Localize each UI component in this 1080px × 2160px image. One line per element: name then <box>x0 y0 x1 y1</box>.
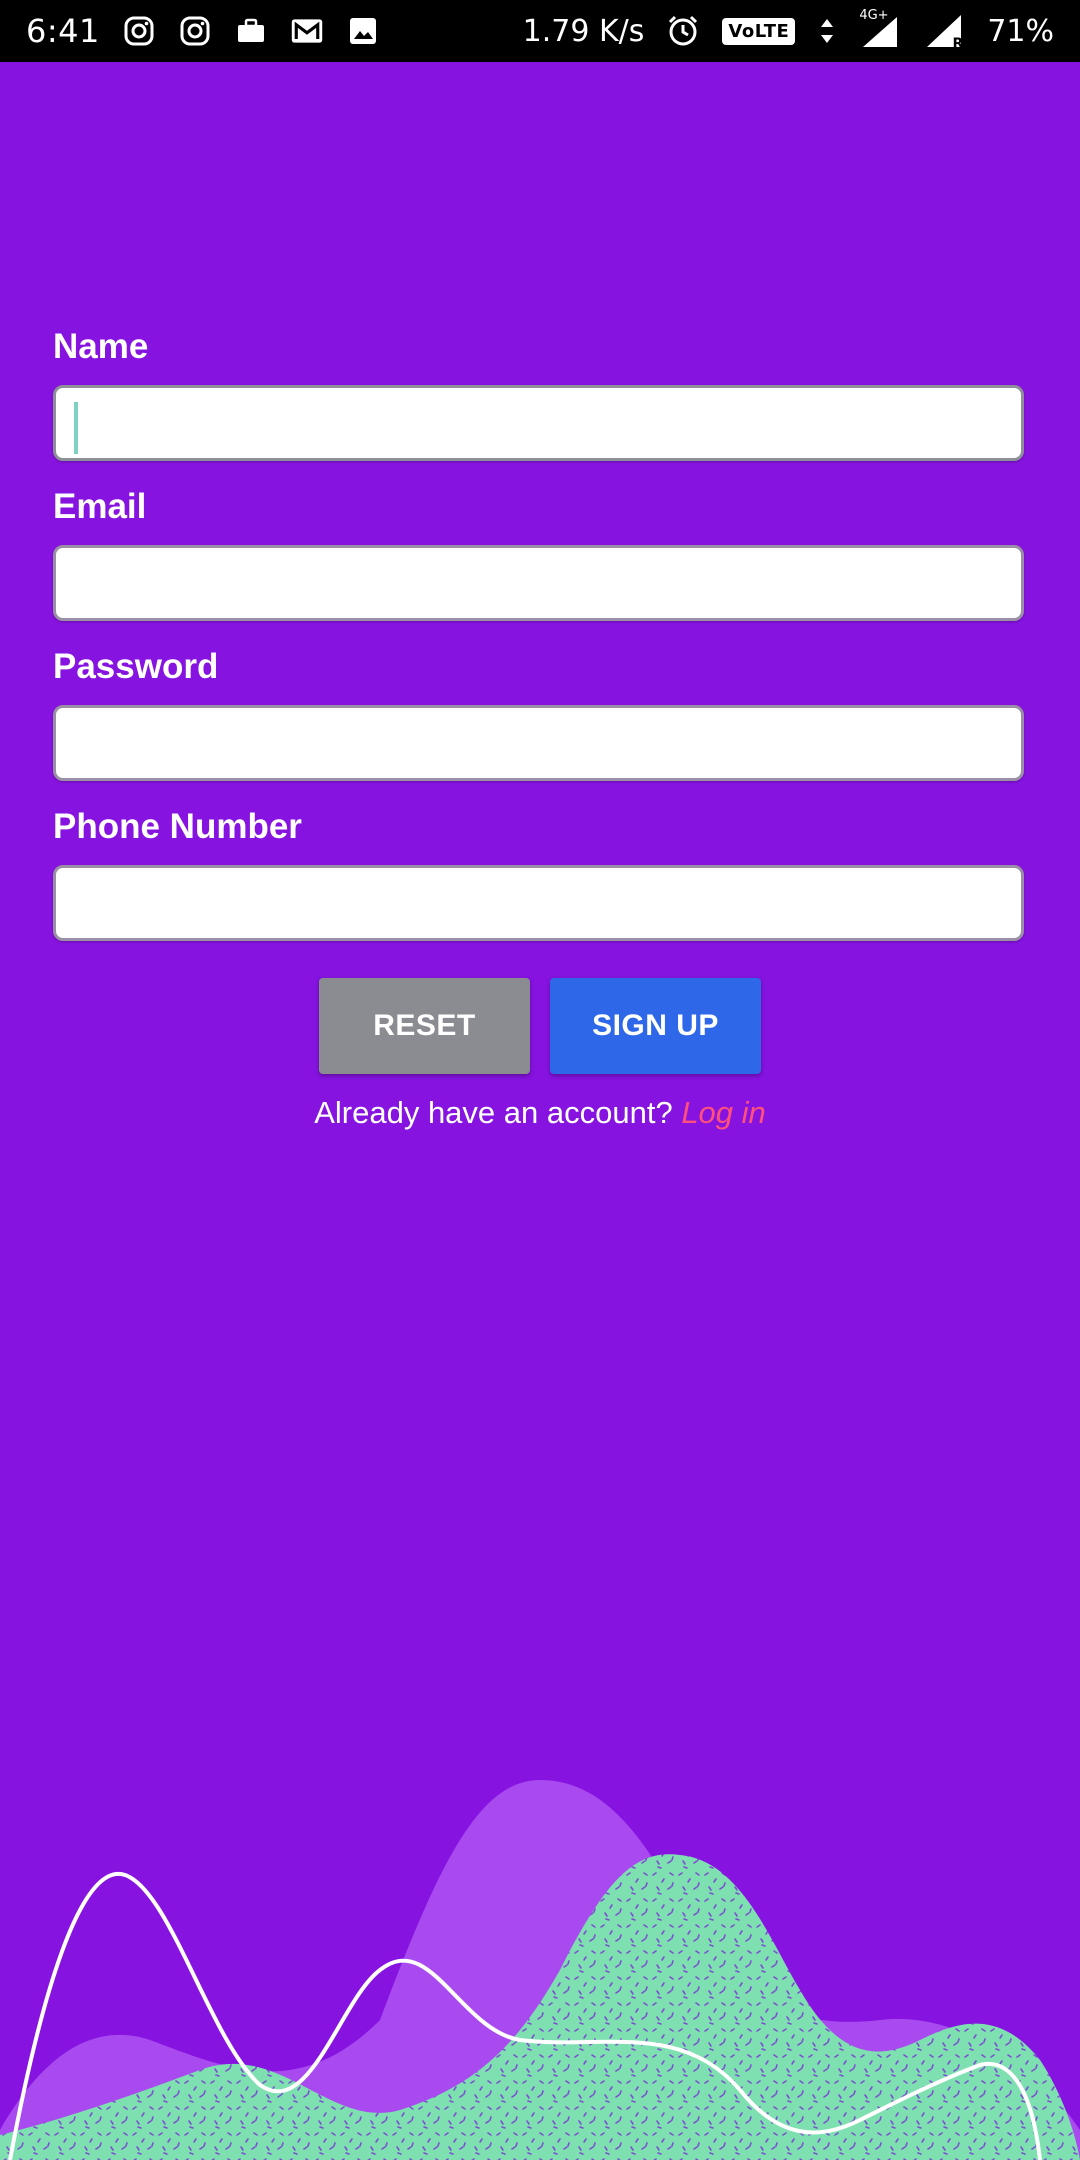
name-label: Name <box>53 327 149 366</box>
instagram-icon <box>178 14 212 48</box>
login-prompt-text: Already have an account? <box>314 1095 673 1130</box>
image-icon <box>346 14 380 48</box>
network-speed: 1.79 K/s <box>522 13 645 49</box>
reset-button[interactable]: RESET <box>319 978 530 1074</box>
sign-up-button[interactable]: SIGN UP <box>550 978 761 1074</box>
password-input[interactable] <box>53 705 1024 781</box>
login-prompt: Already have an account? Log in <box>0 1095 1080 1131</box>
briefcase-icon <box>234 14 268 48</box>
status-bar: 6:41 1.79 K/s VoLTE 4G+ R 71% <box>0 0 1080 62</box>
login-link[interactable]: Log in <box>681 1095 765 1130</box>
network-type-label: 4G+ <box>859 8 889 23</box>
email-input[interactable] <box>53 545 1024 621</box>
data-transfer-icon <box>817 14 837 48</box>
roaming-label: R <box>952 36 964 52</box>
decorative-waves <box>0 1780 1080 2160</box>
password-label: Password <box>53 647 219 686</box>
text-cursor <box>74 402 78 454</box>
volte-badge: VoLTE <box>722 17 796 45</box>
email-label: Email <box>53 487 147 526</box>
phone-number-label: Phone Number <box>53 807 302 846</box>
status-bar-right: 1.79 K/s VoLTE 4G+ R 71% <box>522 8 1054 52</box>
alarm-icon <box>666 14 700 48</box>
status-time: 6:41 <box>26 12 100 50</box>
form-actions: RESET SIGN UP <box>0 978 1080 1074</box>
battery-level: 71% <box>987 13 1054 49</box>
status-bar-left: 6:41 <box>26 12 380 50</box>
gmail-icon <box>290 14 324 48</box>
phone-number-input[interactable] <box>53 865 1024 941</box>
signal-roaming-icon: R <box>925 14 965 52</box>
signal-4g-icon: 4G+ <box>859 8 903 48</box>
instagram-icon <box>122 14 156 48</box>
name-input[interactable] <box>53 385 1024 461</box>
signup-form: Name Email Password Phone Number <box>53 327 1026 967</box>
